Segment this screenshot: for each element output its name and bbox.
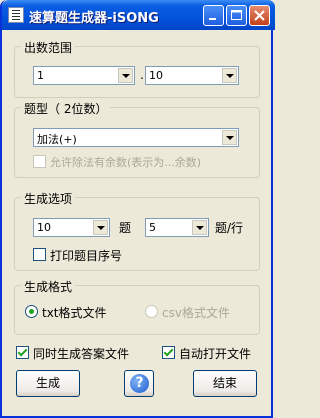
question-count-select[interactable]: 10 bbox=[33, 218, 110, 237]
title-bar[interactable]: 速算题生成器-iSONG bbox=[2, 0, 275, 30]
range-group-label: 出数范围 bbox=[21, 39, 76, 56]
print-number-label: 打印题目序号 bbox=[50, 249, 123, 263]
end-button[interactable]: 结束 bbox=[193, 370, 257, 397]
allow-remainder-checkbox[interactable] bbox=[33, 155, 46, 168]
minimize-button[interactable] bbox=[203, 5, 224, 26]
chevron-down-icon[interactable] bbox=[222, 130, 237, 145]
maximize-icon bbox=[231, 10, 242, 20]
range-group: 出数范围 1 . 10 bbox=[14, 39, 260, 98]
close-icon bbox=[254, 10, 265, 21]
format-group-label: 生成格式 bbox=[21, 278, 76, 295]
range-from-value: 1 bbox=[37, 69, 44, 82]
answer-file-checkbox[interactable] bbox=[16, 346, 29, 359]
type-group: 题型（ 2位数） 加法(+) 允许除法有余数(表示为...余数) bbox=[14, 100, 260, 178]
csv-format-radio[interactable] bbox=[145, 305, 158, 318]
app-icon bbox=[8, 7, 24, 23]
answer-file-label: 同时生成答案文件 bbox=[33, 347, 130, 361]
range-to-select[interactable]: 10 bbox=[145, 66, 239, 85]
chevron-down-icon[interactable] bbox=[192, 220, 207, 235]
format-group: 生成格式 txt格式文件 csv格式文件 bbox=[14, 278, 260, 335]
chevron-down-icon[interactable] bbox=[222, 68, 237, 83]
options-group-label: 生成选项 bbox=[21, 190, 76, 207]
help-button[interactable]: ? bbox=[124, 370, 154, 397]
range-to-value: 10 bbox=[149, 69, 163, 82]
print-number-checkbox[interactable] bbox=[33, 248, 46, 261]
options-group: 生成选项 10 题 5 题/行 打印题目序号 bbox=[14, 190, 260, 271]
auto-open-checkbox[interactable] bbox=[162, 346, 175, 359]
per-row-value: 5 bbox=[149, 221, 156, 234]
help-icon: ? bbox=[130, 374, 149, 393]
minimize-icon bbox=[209, 18, 216, 20]
maximize-button[interactable] bbox=[226, 5, 247, 26]
type-select[interactable]: 加法(+) bbox=[33, 128, 239, 147]
chevron-down-icon[interactable] bbox=[93, 220, 108, 235]
txt-format-radio[interactable] bbox=[25, 305, 38, 318]
chevron-down-icon[interactable] bbox=[118, 68, 133, 83]
csv-format-label: csv格式文件 bbox=[162, 306, 230, 320]
type-group-label: 题型（ 2位数） bbox=[21, 100, 111, 117]
txt-format-label: txt格式文件 bbox=[42, 306, 107, 320]
per-row-select[interactable]: 5 bbox=[145, 218, 209, 237]
window-title: 速算题生成器-iSONG bbox=[29, 11, 159, 26]
allow-remainder-label: 允许除法有余数(表示为...余数) bbox=[50, 156, 202, 169]
close-button[interactable] bbox=[249, 5, 270, 26]
question-count-value: 10 bbox=[37, 221, 51, 234]
question-count-unit: 题 bbox=[119, 221, 132, 235]
generate-button[interactable]: 生成 bbox=[16, 370, 80, 397]
per-row-unit: 题/行 bbox=[215, 221, 244, 235]
app-window: 速算题生成器-iSONG 出数范围 1 . 10 题型（ 2位数） 加法(+) bbox=[0, 0, 275, 418]
range-separator: . bbox=[140, 68, 144, 82]
type-selected-value: 加法(+) bbox=[37, 133, 77, 146]
range-from-select[interactable]: 1 bbox=[33, 66, 135, 85]
auto-open-label: 自动打开文件 bbox=[179, 347, 252, 361]
